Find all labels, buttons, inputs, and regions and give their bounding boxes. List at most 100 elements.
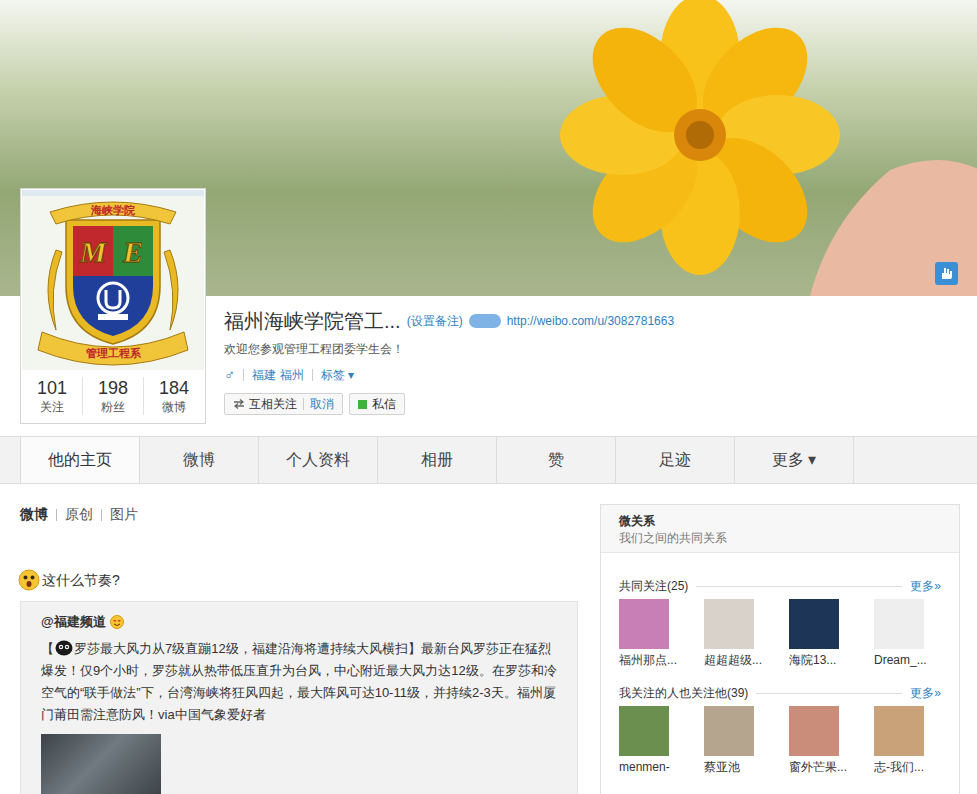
user-avatar[interactable] — [704, 706, 754, 756]
user-name[interactable]: menmen- — [619, 759, 670, 775]
user-name[interactable]: 蔡亚池 — [704, 759, 740, 775]
user-avatar[interactable] — [874, 599, 924, 649]
stat-label[interactable]: 微博 — [162, 399, 186, 415]
panel-title: 微关系 — [619, 512, 941, 530]
set-remark-link[interactable]: (设置备注) — [407, 312, 463, 330]
profile-tab[interactable]: 他的主页 — [21, 437, 140, 483]
stat-label[interactable]: 关注 — [40, 399, 64, 415]
relation-user[interactable]: 蔡亚池 — [704, 706, 789, 775]
profile-tab[interactable]: 赞 — [497, 437, 616, 483]
tab-label[interactable]: 个人资料 — [286, 448, 350, 472]
gender-icon: ♂ — [224, 366, 235, 384]
profile-tab[interactable]: 个人资料 — [259, 437, 378, 483]
mutual-follow-button[interactable]: 互相关注取消 — [224, 393, 343, 415]
section-title: 共同关注(25) — [619, 577, 688, 595]
more-link[interactable]: 更多» — [910, 684, 941, 702]
user-avatar[interactable] — [874, 706, 924, 756]
heart-eyes-emoji-icon — [110, 615, 124, 629]
location-link[interactable]: 福建 福州 — [252, 366, 303, 384]
repost-bracket: 【 — [41, 641, 54, 656]
black-face-emoji-icon — [55, 640, 73, 656]
post: 这什么节奏? — [18, 569, 578, 591]
profile-tab[interactable]: 微博 — [140, 437, 259, 483]
user-name[interactable]: Dream_... — [874, 652, 927, 668]
edit-cover-icon[interactable] — [935, 262, 958, 285]
user-avatar[interactable] — [619, 706, 669, 756]
tags-dropdown[interactable]: 标签 ▾ — [321, 366, 354, 384]
user-name[interactable]: 志-我们... — [874, 759, 924, 775]
user-avatar[interactable] — [789, 599, 839, 649]
section-title: 我关注的人也关注他(39) — [619, 684, 748, 702]
relation-user[interactable]: Dream_... — [874, 599, 959, 668]
tab-label[interactable]: 足迹 — [659, 448, 691, 472]
tab-label[interactable]: 赞 — [548, 448, 564, 472]
relation-section: 我关注的人也关注他(39) 更多» menmen- 蔡亚池 窗外芒果... 志-我们... — [619, 668, 941, 775]
profile-header: 福州海峡学院管工... (设置备注) http://weibo.com/u/3082… — [0, 0, 977, 436]
feed-filter[interactable]: 微博 — [20, 504, 48, 525]
relation-user[interactable]: 福州那点... — [619, 599, 704, 668]
tab-label[interactable]: 他的主页 — [48, 448, 112, 472]
relation-user[interactable]: menmen- — [619, 706, 704, 775]
feed-filter[interactable]: 原创 — [65, 504, 93, 525]
profile-name: 福州海峡学院管工... — [224, 308, 401, 334]
feed: 微博原创图片这什么节奏? @福建频道【罗莎最大风力从7级直蹦12级，福建沿海将遭持… — [20, 504, 578, 794]
message-button[interactable]: 私信 — [349, 393, 405, 415]
profile-avatar-card: 海峡学院ME管理工程系101关注198粉丝184微博 — [20, 188, 206, 424]
logo-letter: M — [79, 235, 108, 268]
stat-value[interactable]: 101 — [37, 377, 67, 399]
user-name[interactable]: 窗外芒果... — [789, 759, 847, 775]
mutual-arrows-icon — [233, 399, 245, 409]
post-text: 这什么节奏? — [42, 570, 120, 591]
unfollow-link[interactable]: 取消 — [310, 395, 334, 413]
panel-subtitle: 我们之间的共同关系 — [619, 530, 941, 546]
level-badge-icon[interactable] — [469, 314, 501, 328]
profile-intro: 欢迎您参观管理工程团委学生会！ — [224, 340, 977, 358]
tab-bar: 他的主页 微博 个人资料 相册 赞 足迹 更多 ▾ — [0, 436, 977, 484]
repost-author-link[interactable]: @福建频道 — [41, 612, 106, 632]
profile-tab[interactable]: 更多 ▾ — [735, 437, 854, 483]
main-content: 微博原创图片这什么节奏? @福建频道【罗莎最大风力从7级直蹦12级，福建沿海将遭持… — [0, 484, 977, 794]
user-avatar[interactable] — [619, 599, 669, 649]
message-label[interactable]: 私信 — [372, 395, 396, 413]
avatar[interactable]: 海峡学院ME管理工程系 — [22, 190, 204, 370]
profile-tab[interactable]: 足迹 — [616, 437, 735, 483]
college-crest-icon: 海峡学院ME管理工程系 — [22, 190, 204, 370]
relation-section: 共同关注(25) 更多» 福州那点... 超超超级... 海院13... Dream_..… — [619, 553, 941, 668]
repost-image[interactable] — [41, 734, 161, 794]
user-avatar[interactable] — [789, 706, 839, 756]
separator — [312, 369, 313, 381]
logo-bottom-text: 管理工程系 — [85, 347, 142, 359]
user-name[interactable]: 超超超级... — [704, 652, 762, 668]
tab-label[interactable]: 相册 — [421, 448, 453, 472]
mutual-follow-label[interactable]: 互相关注 — [249, 395, 297, 413]
user-name[interactable]: 福州那点... — [619, 652, 677, 668]
relation-user[interactable]: 窗外芒果... — [789, 706, 874, 775]
stat[interactable]: 184微博 — [143, 377, 204, 415]
tab-label[interactable]: 微博 — [183, 448, 215, 472]
profile-url-link[interactable]: http://weibo.com/u/3082781663 — [507, 312, 674, 330]
feed-filters: 微博原创图片 — [20, 504, 578, 525]
message-icon — [358, 400, 367, 409]
separator — [243, 369, 244, 381]
relation-user[interactable]: 志-我们... — [874, 706, 959, 775]
repost-box: @福建频道【罗莎最大风力从7级直蹦12级，福建沿海将遭持续大风横扫】最新台风罗莎… — [20, 601, 578, 794]
user-name[interactable]: 海院13... — [789, 652, 836, 668]
relation-user[interactable]: 超超超级... — [704, 599, 789, 668]
stat-label[interactable]: 粉丝 — [101, 399, 125, 415]
flower-icon — [560, 0, 977, 296]
stat-value[interactable]: 184 — [159, 377, 189, 399]
tab-label[interactable]: 更多 ▾ — [772, 448, 816, 472]
stat-value[interactable]: 198 — [98, 377, 128, 399]
surprised-emoji-icon — [18, 569, 40, 591]
more-link[interactable]: 更多» — [910, 577, 941, 595]
stat[interactable]: 198粉丝 — [82, 377, 143, 415]
stats: 101关注198粉丝184微博 — [22, 370, 204, 422]
relations-panel: 微关系我们之间的共同关系共同关注(25) 更多» 福州那点... 超超超级... 海院1… — [600, 504, 960, 794]
logo-letter: E — [122, 235, 143, 268]
stat[interactable]: 101关注 — [22, 377, 82, 415]
user-avatar[interactable] — [704, 599, 754, 649]
relation-user[interactable]: 海院13... — [789, 599, 874, 668]
profile-tab[interactable]: 相册 — [378, 437, 497, 483]
repost-text: 【罗莎最大风力从7级直蹦12级，福建沿海将遭持续大风横扫】最新台风罗莎正在猛烈爆… — [41, 638, 557, 726]
feed-filter[interactable]: 图片 — [110, 504, 138, 525]
